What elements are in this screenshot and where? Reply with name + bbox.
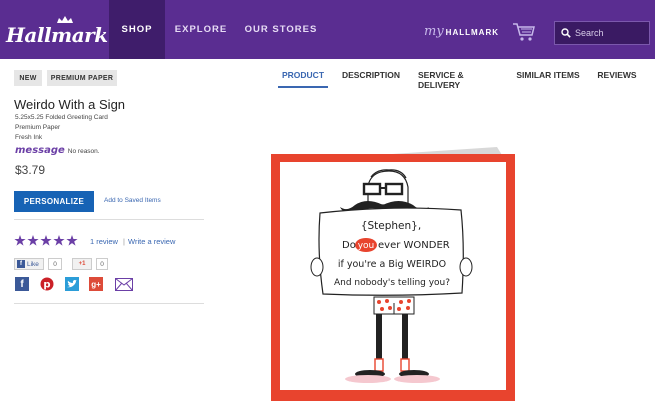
message-text: No reason. — [67, 148, 100, 155]
badge-premium-paper: PREMIUM PAPER — [47, 70, 117, 86]
write-review-link[interactable]: Write a review — [128, 237, 175, 246]
cart-icon[interactable] — [512, 22, 536, 42]
product-spec-paper: Premium Paper — [15, 124, 61, 131]
badge-new: NEW — [14, 70, 42, 86]
hallmark-logo[interactable]: Hallmark — [6, 16, 108, 48]
card-text-line2c: ever WONDER — [378, 240, 450, 251]
product-spec-ink: Fresh Ink — [15, 134, 43, 141]
product-card-image[interactable]: {Stephen}, Do you ever WONDER if you're … — [271, 147, 522, 401]
svg-text:p: p — [43, 280, 50, 291]
site-header: Hallmark SHOP EXPLORE OUR STORES my HALL… — [0, 0, 655, 59]
card-text-line1: {Stephen}, — [361, 220, 421, 232]
rating-stars[interactable] — [14, 235, 78, 246]
divider — [14, 303, 204, 304]
star-icon — [66, 235, 78, 246]
share-twitter-icon[interactable] — [65, 277, 79, 291]
message-logo: message — [15, 145, 65, 156]
card-text-line2b: you — [358, 241, 375, 251]
nav-explore[interactable]: EXPLORE — [168, 0, 234, 59]
review-count-link[interactable]: 1 review — [90, 237, 118, 246]
star-icon — [40, 235, 52, 246]
google-plus-button[interactable]: +1 — [72, 258, 92, 270]
my-hallmark-my: my — [424, 24, 444, 39]
tab-similar-items[interactable]: SIMILAR ITEMS — [516, 70, 580, 88]
search-input[interactable] — [575, 28, 645, 38]
tab-reviews[interactable]: REVIEWS — [597, 70, 637, 88]
logo-text: Hallmark — [6, 23, 108, 47]
share-pinterest-icon[interactable]: p — [40, 277, 54, 291]
nav-our-stores[interactable]: OUR STORES — [240, 0, 322, 59]
card-illustration: {Stephen}, Do you ever WONDER if you're … — [271, 147, 515, 401]
star-icon — [14, 235, 26, 246]
nav-shop[interactable]: SHOP — [109, 0, 165, 59]
card-text-line3: if you're a Big WEIRDO — [338, 259, 446, 270]
my-hallmark-link[interactable]: my HALLMARK — [424, 24, 499, 39]
share-facebook-icon[interactable]: f — [15, 277, 29, 291]
search-icon — [561, 28, 571, 38]
product-spec-size: 5.25x5.25 Folded Greeting Card — [15, 114, 108, 121]
message-line: message No reason. — [15, 145, 100, 156]
gplus-count: 0 — [96, 258, 108, 270]
search-box[interactable] — [554, 21, 650, 45]
my-hallmark-label: HALLMARK — [445, 28, 499, 37]
like-label: Like — [27, 260, 39, 268]
product-tabs: PRODUCT DESCRIPTION SERVICE & DELIVERY S… — [270, 70, 655, 90]
card-text-line2a: Do — [342, 240, 356, 251]
facebook-like-button[interactable]: f Like — [14, 258, 44, 270]
review-separator: | — [123, 237, 125, 246]
tab-description[interactable]: DESCRIPTION — [342, 70, 400, 88]
star-icon — [53, 235, 65, 246]
facebook-icon: f — [17, 260, 25, 268]
card-text-line4: And nobody's telling you? — [334, 278, 450, 288]
divider — [14, 219, 204, 220]
product-title: Weirdo With a Sign — [14, 97, 126, 112]
share-google-plus-icon[interactable]: g+ — [89, 277, 103, 291]
tab-service-delivery[interactable]: SERVICE & DELIVERY — [418, 70, 506, 90]
personalize-button[interactable]: PERSONALIZE — [14, 191, 94, 212]
star-icon — [27, 235, 39, 246]
add-to-saved-link[interactable]: Add to Saved Items — [104, 197, 161, 204]
like-count: 0 — [48, 258, 62, 270]
tab-product[interactable]: PRODUCT — [278, 70, 328, 88]
product-price: $3.79 — [15, 163, 46, 177]
share-email-icon[interactable] — [115, 277, 133, 291]
